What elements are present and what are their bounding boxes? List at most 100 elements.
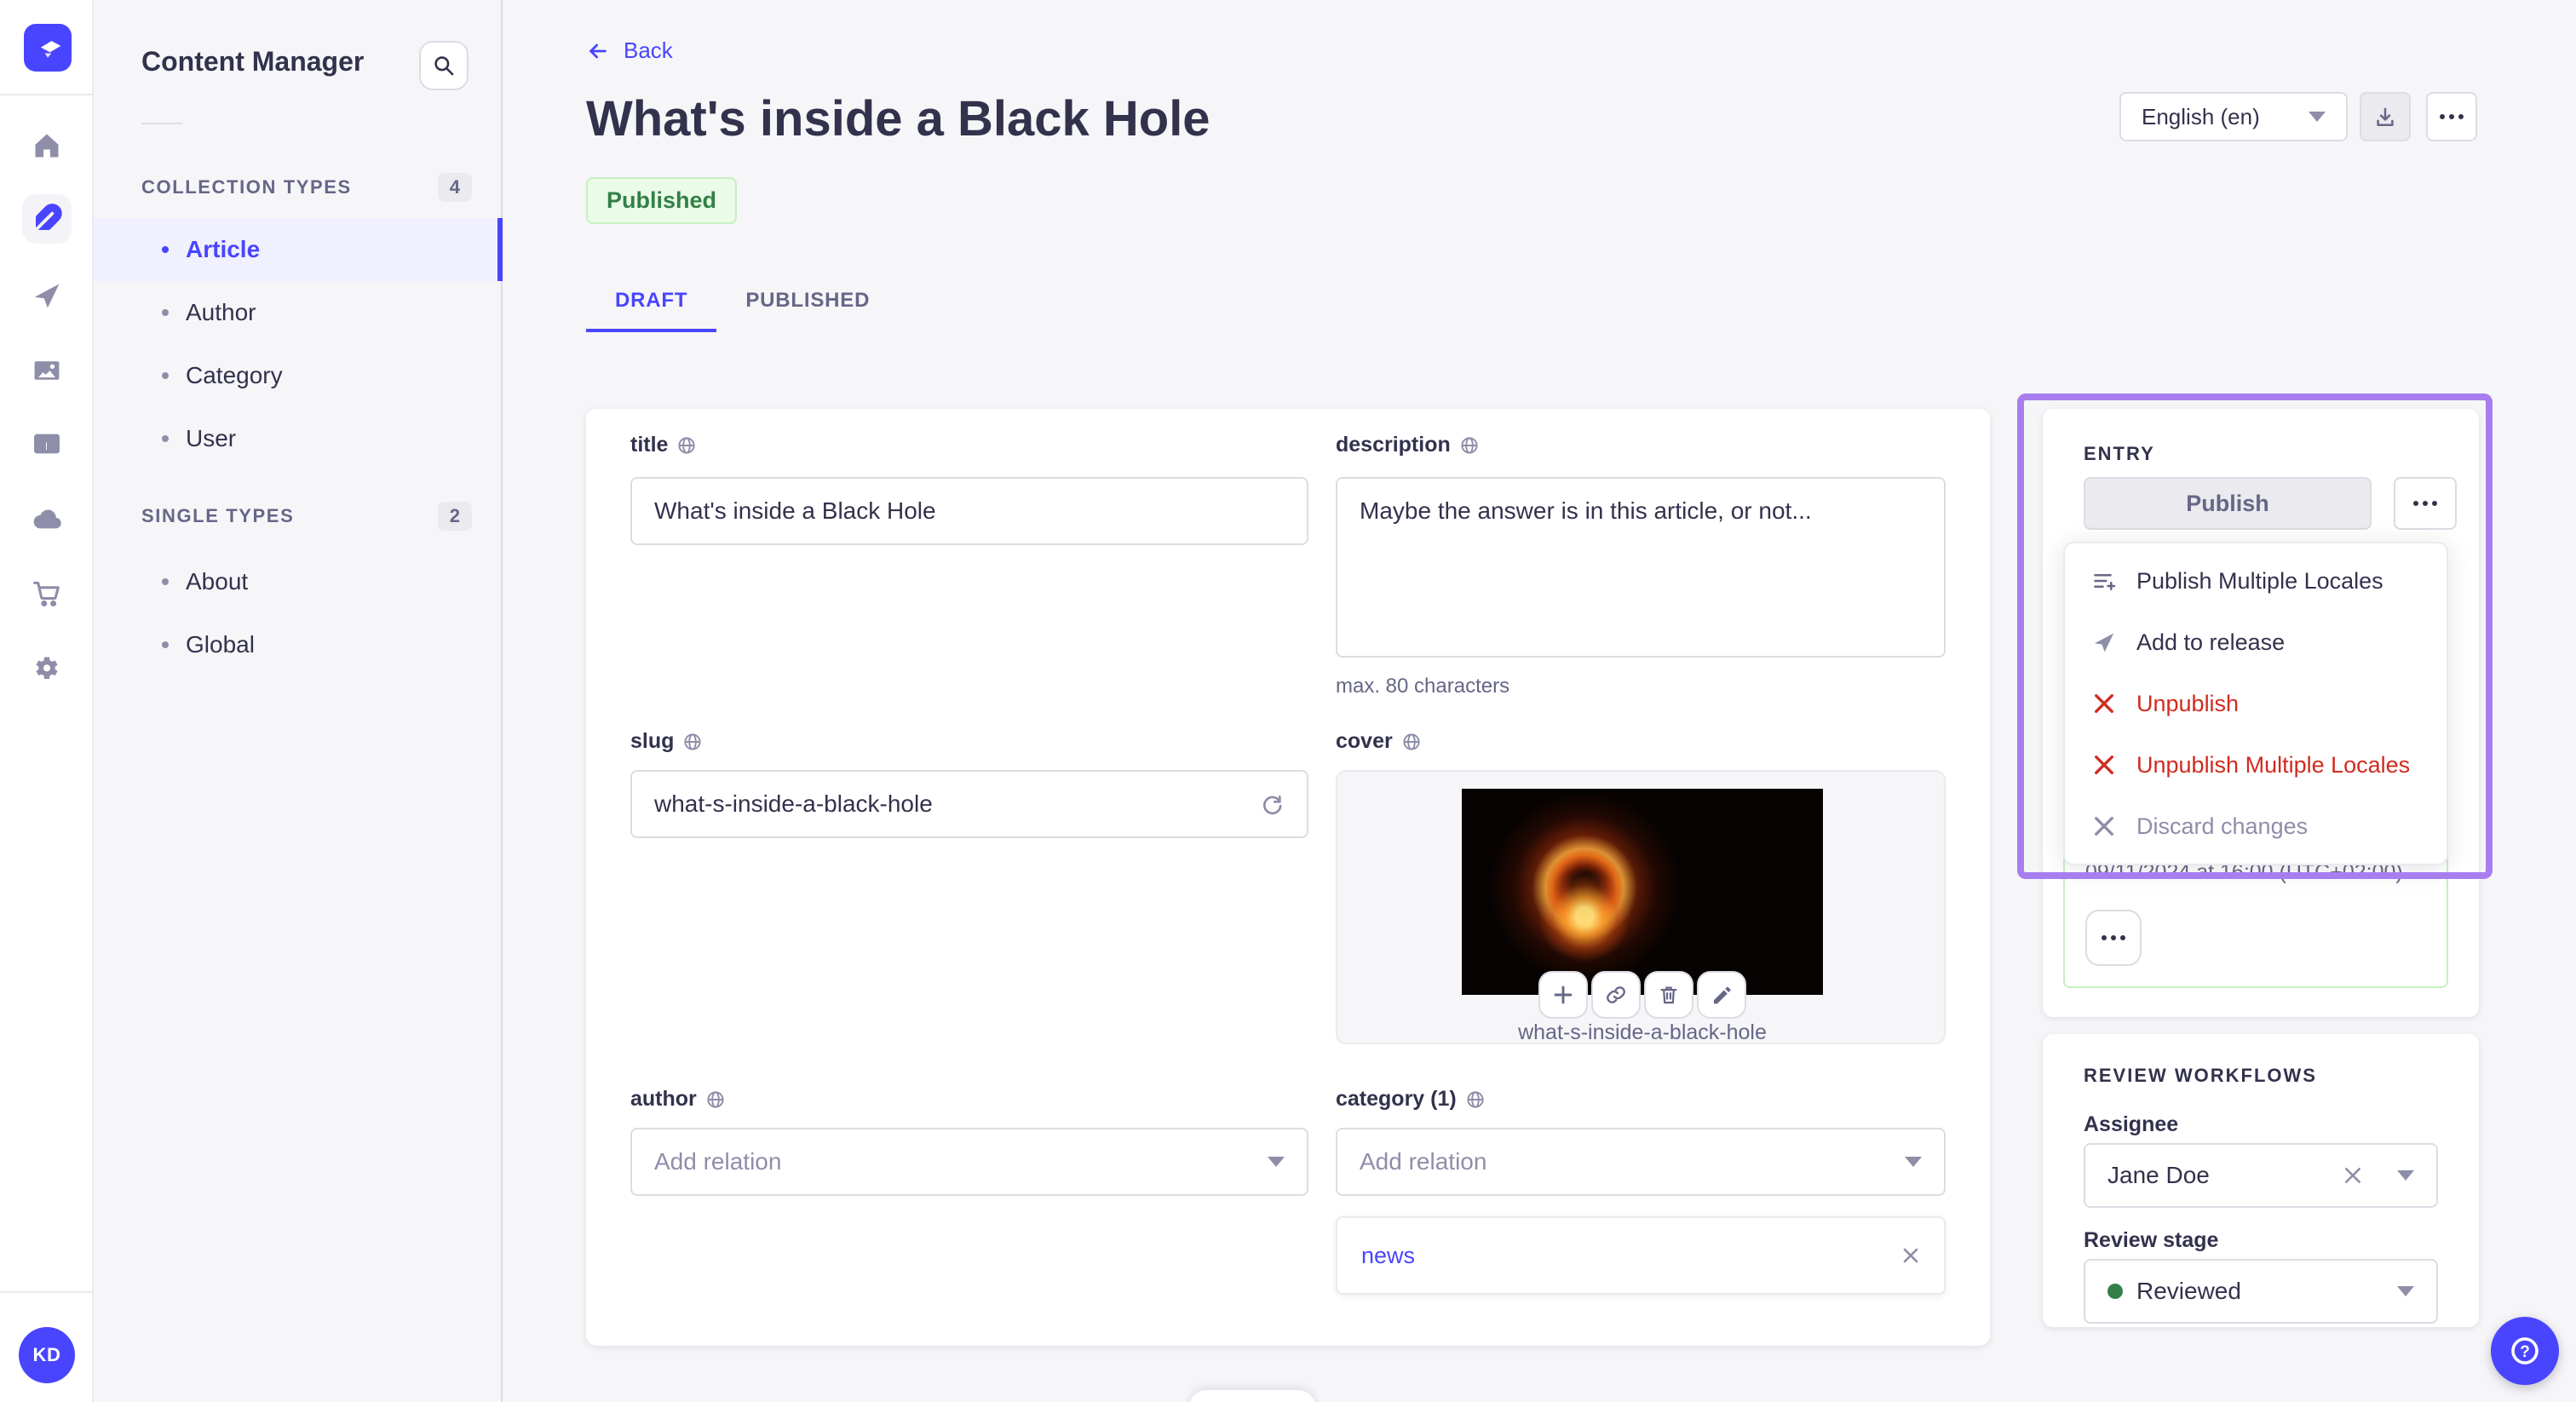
single-types-header-row: SINGLE TYPES 2: [94, 499, 503, 533]
chevron-down-icon: [1905, 1157, 1922, 1167]
sidebar-item-about[interactable]: About: [94, 550, 503, 613]
download-icon: [2377, 107, 2394, 127]
sidebar-item-label: Author: [186, 299, 256, 325]
publish-button[interactable]: Publish: [2084, 477, 2372, 530]
strapi-logo[interactable]: [24, 24, 72, 72]
x-icon: [2090, 815, 2118, 837]
author-relation-select[interactable]: Add relation: [630, 1128, 1308, 1196]
panel-divider: [141, 123, 182, 124]
stage-value: Reviewed: [2136, 1278, 2241, 1304]
relation-link-news[interactable]: news: [1361, 1243, 1415, 1269]
sidebar-item-author[interactable]: Author: [94, 281, 503, 344]
sidebar-item-user[interactable]: User: [94, 407, 503, 470]
collection-types-header-row: COLLECTION TYPES 4: [94, 170, 503, 204]
review-stage-select[interactable]: Reviewed: [2084, 1259, 2438, 1324]
entry-header: ENTRY: [2084, 443, 2155, 464]
home-icon[interactable]: [22, 121, 72, 170]
copy-link-button[interactable]: [1591, 971, 1641, 1019]
menu-item-publish-multiple-locales[interactable]: Publish Multiple Locales: [2065, 550, 2447, 612]
slug-input[interactable]: what-s-inside-a-black-hole: [630, 770, 1308, 838]
category-placeholder: Add relation: [1360, 1148, 1487, 1175]
menu-item-unpublish-multiple-locales[interactable]: Unpublish Multiple Locales: [2065, 734, 2447, 796]
user-avatar[interactable]: KD: [19, 1327, 75, 1383]
menu-item-label: Unpublish: [2136, 690, 2240, 716]
cover-caption: what-s-inside-a-black-hole: [1518, 1020, 1767, 1044]
description-hint: max. 80 characters: [1336, 675, 1510, 698]
globe-icon: [707, 1090, 724, 1108]
globe-icon: [678, 436, 696, 454]
edit-media-button[interactable]: [1697, 971, 1746, 1019]
globe-icon: [1467, 1090, 1484, 1108]
single-types-label: SINGLE TYPES: [141, 505, 295, 526]
author-placeholder: Add relation: [654, 1148, 782, 1175]
plus-icon: [1554, 985, 1573, 1004]
locale-select[interactable]: English (en): [2119, 92, 2348, 141]
category-relation-select[interactable]: Add relation: [1336, 1128, 1946, 1196]
more-dots-icon: [2413, 501, 2437, 506]
remove-relation-icon[interactable]: [1901, 1246, 1920, 1265]
slug-label-text: slug: [630, 729, 675, 753]
cover-label-text: cover: [1336, 729, 1393, 753]
sidebar-item-label: About: [186, 568, 249, 595]
author-label-text: author: [630, 1087, 697, 1111]
send-icon: [2090, 630, 2118, 654]
cart-icon[interactable]: [22, 569, 72, 618]
tab-draft[interactable]: DRAFT: [586, 273, 716, 332]
menu-item-add-to-release[interactable]: Add to release: [2065, 612, 2447, 673]
sidebar-item-global[interactable]: Global: [94, 613, 503, 676]
globe-icon: [684, 733, 702, 750]
stage-status-dot: [2107, 1284, 2123, 1299]
search-icon: [434, 56, 454, 76]
title-input-value: What's inside a Black Hole: [654, 497, 936, 524]
regenerate-icon[interactable]: [1259, 791, 1285, 817]
help-button[interactable]: ?: [2491, 1317, 2559, 1385]
search-button[interactable]: [419, 41, 469, 90]
assignee-value: Jane Doe: [2107, 1162, 2210, 1188]
menu-item-label: Discard changes: [2136, 813, 2309, 839]
release-more-button[interactable]: [2085, 910, 2142, 966]
add-media-button[interactable]: [1538, 971, 1588, 1019]
sidebar-item-label: Global: [186, 631, 255, 658]
x-icon: [2090, 692, 2118, 715]
clear-assignee-icon[interactable]: [2343, 1165, 2363, 1186]
bullet-icon: [162, 372, 169, 379]
review-workflows-header: REVIEW WORKFLOWS: [2084, 1065, 2317, 1086]
assignee-select[interactable]: Jane Doe: [2084, 1143, 2438, 1208]
entry-more-button[interactable]: [2394, 477, 2457, 530]
menu-item-discard-changes[interactable]: Discard changes: [2065, 796, 2447, 857]
tab-published[interactable]: PUBLISHED: [716, 273, 899, 329]
layout-icon[interactable]: [22, 419, 72, 468]
menu-item-label: Add to release: [2136, 629, 2286, 655]
app-root: KD Content Manager COLLECTION TYPES 4 Ar…: [0, 0, 2576, 1402]
sidebar-item-article[interactable]: Article: [94, 218, 503, 281]
cover-media-panel: what-s-inside-a-black-hole: [1336, 770, 1946, 1044]
download-button[interactable]: [2360, 92, 2411, 141]
feather-icon[interactable]: [22, 194, 72, 244]
slug-input-value: what-s-inside-a-black-hole: [654, 790, 933, 817]
rail-divider: [0, 1291, 94, 1293]
send-icon[interactable]: [22, 271, 72, 320]
title-label-text: title: [630, 433, 669, 457]
gear-icon[interactable]: [22, 644, 72, 693]
review-stage-label: Review stage: [2084, 1228, 2219, 1252]
bullet-icon: [162, 246, 169, 253]
menu-item-label: Unpublish Multiple Locales: [2136, 751, 2411, 778]
category-relation-item: news: [1336, 1216, 1946, 1295]
list-plus-icon: [2090, 568, 2118, 594]
delete-media-button[interactable]: [1644, 971, 1693, 1019]
images-icon[interactable]: [22, 346, 72, 395]
cloud-icon[interactable]: [22, 494, 72, 543]
pencil-icon: [1713, 986, 1731, 1004]
back-arrow-icon: [589, 43, 607, 58]
cover-image-black-hole[interactable]: [1462, 789, 1823, 995]
description-textarea[interactable]: Maybe the answer is in this article, or …: [1336, 477, 1946, 658]
back-link[interactable]: Back: [586, 37, 673, 64]
menu-item-unpublish[interactable]: Unpublish: [2065, 673, 2447, 734]
sidebar-item-category[interactable]: Category: [94, 344, 503, 407]
panel-title: Content Manager: [141, 46, 365, 77]
collection-types-label: COLLECTION TYPES: [141, 176, 352, 198]
cover-actions: [1538, 971, 1746, 1019]
title-input[interactable]: What's inside a Black Hole: [630, 477, 1308, 545]
header-more-button[interactable]: [2426, 92, 2477, 141]
sidebar-item-label: Article: [186, 236, 261, 262]
